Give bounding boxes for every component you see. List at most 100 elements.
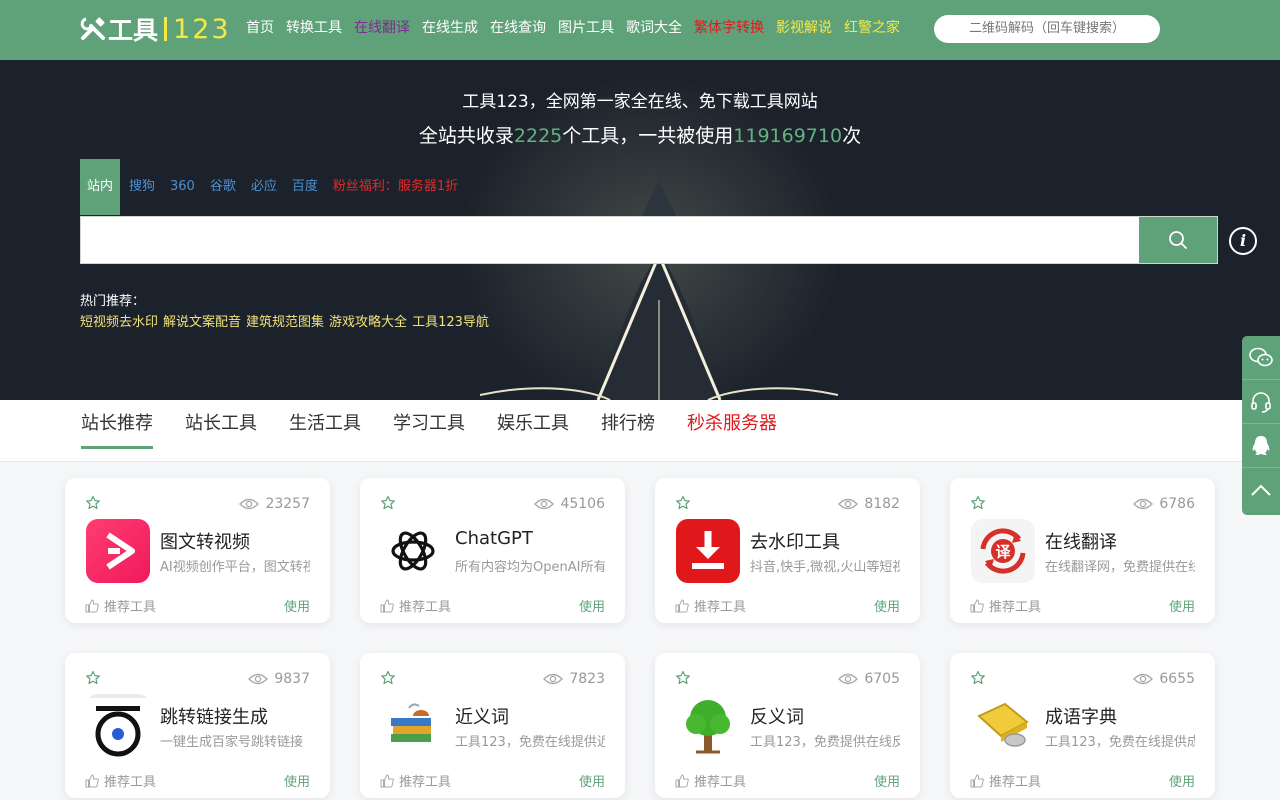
hot-link[interactable]: 解说文案配音 [163,311,241,330]
nav-item[interactable]: 在线翻译 [354,18,410,38]
wechat-button[interactable] [1242,336,1280,380]
thumbs-up-icon [675,773,689,787]
favorite-star-icon[interactable] [380,670,396,686]
promo-tab[interactable]: 粉丝福利：服务器1折 [333,159,458,215]
hot-link[interactable]: 工具123导航 [412,311,489,330]
tool-title[interactable]: ChatGPT [455,528,533,549]
main-search-input[interactable] [80,216,1218,264]
translate-icon: 译 [971,519,1035,583]
tool-card[interactable]: 6655 成语字典工具123，免费在线提供成语推荐工具 使用 [950,653,1215,798]
recommend-label: 推荐工具 [104,775,157,790]
tool-card[interactable]: 6786 译 在线翻译在线翻译网，免费提供在线翻译推荐工具 使用 [950,478,1215,623]
tool-card[interactable]: 45106 ChatGPT 所有内容均为OpenAI所有推荐工具 使用 [360,478,625,623]
tool-description: 所有内容均为OpenAI所有 [455,560,605,575]
tool-title[interactable]: 成语字典 [1045,703,1117,729]
wechat-icon [1249,347,1273,366]
search-tab[interactable]: 谷歌 [210,159,236,215]
view-count: 8182 [838,496,900,512]
use-button[interactable]: 使用 [284,596,310,615]
search-button[interactable] [1139,217,1217,263]
favorite-star-icon[interactable] [675,495,691,511]
nav-item[interactable]: 繁体字转换 [694,18,764,38]
tool-title[interactable]: 跳转链接生成 [160,703,268,729]
info-icon[interactable]: i [1229,227,1257,255]
favorite-star-icon[interactable] [85,495,101,511]
view-count-value: 8182 [864,496,900,512]
favorite-star-icon[interactable] [85,670,101,686]
nav-item[interactable]: 歌词大全 [626,18,682,38]
recommend-button[interactable]: 推荐工具 [675,596,746,615]
recommend-button[interactable]: 推荐工具 [675,771,746,790]
category-tab[interactable]: 站长推荐 [81,413,153,449]
use-button[interactable]: 使用 [1169,771,1195,790]
use-button[interactable]: 使用 [1169,596,1195,615]
tool-card[interactable]: 23257 图文转视频 AI视频创作平台，图文转视频推荐工具 使用 [65,478,330,623]
favorite-star-icon[interactable] [970,495,986,511]
hot-link[interactable]: 建筑规范图集 [246,311,324,330]
category-tab[interactable]: 生活工具 [289,413,361,449]
nav-item[interactable]: 在线生成 [422,18,478,38]
tool-description: 工具123，免费在线提供近义词 [455,735,605,750]
use-button[interactable]: 使用 [579,771,605,790]
search-tab[interactable]: 搜狗 [129,159,155,215]
category-tab[interactable]: 站长工具 [185,413,257,449]
hot-link[interactable]: 游戏攻略大全 [329,311,407,330]
tool-title[interactable]: 近义词 [455,703,509,729]
nav-item[interactable]: 影视解说 [776,18,832,38]
recommend-button[interactable]: 推荐工具 [380,596,451,615]
search-tab[interactable]: 360 [170,159,195,215]
thumbs-up-icon [970,773,984,787]
view-count: 23257 [239,496,310,512]
site-logo[interactable]: 工具 123 [80,12,231,46]
use-button[interactable]: 使用 [874,771,900,790]
category-tab[interactable]: 娱乐工具 [497,413,569,449]
headset-icon [1251,391,1271,413]
favorite-star-icon[interactable] [970,670,986,686]
category-tab[interactable]: 学习工具 [393,413,465,449]
search-icon [1169,231,1187,249]
recommend-button[interactable]: 推荐工具 [970,596,1041,615]
tool-card[interactable]: 6705 反义词工具123，免费提供在线反义词推荐工具 使用 [655,653,920,798]
search-tab[interactable]: 必应 [251,159,277,215]
video-app-icon [86,519,150,583]
nav-item[interactable]: 红警之家 [844,18,900,38]
favorite-star-icon[interactable] [380,495,396,511]
hot-link[interactable]: 短视频去水印 [80,311,158,330]
search-tab[interactable]: 站内 [80,159,120,215]
customer-service-button[interactable] [1242,380,1280,424]
recommend-button[interactable]: 推荐工具 [970,771,1041,790]
nav-item[interactable]: 首页 [246,18,274,38]
nav-item[interactable]: 图片工具 [558,18,614,38]
recommend-button[interactable]: 推荐工具 [380,771,451,790]
qq-button[interactable] [1242,424,1280,468]
use-button[interactable]: 使用 [874,596,900,615]
header-search-input[interactable]: 二维码解码（回车键搜索） [934,15,1160,43]
favorite-star-icon[interactable] [675,670,691,686]
top-header: 工具 123 首页 转换工具 在线翻译 在线生成 在线查询 图片工具 歌词大全 繁体字转换 影视… [0,0,1280,60]
recommend-button[interactable]: 推荐工具 [85,771,156,790]
search-tab[interactable]: 百度 [292,159,318,215]
tools-icon [80,17,105,40]
eye-icon [248,673,269,685]
view-count: 45106 [534,496,605,512]
recommend-label: 推荐工具 [694,600,747,615]
view-count-value: 23257 [265,496,310,512]
tool-title[interactable]: 去水印工具 [750,528,840,554]
use-button[interactable]: 使用 [579,596,605,615]
category-tab[interactable]: 秒杀服务器 [687,413,777,449]
stats-suffix: 次 [842,125,862,147]
back-to-top-button[interactable] [1242,468,1280,512]
view-count: 9837 [248,671,310,687]
nav-item[interactable]: 转换工具 [286,18,342,38]
tool-title[interactable]: 反义词 [750,703,804,729]
qq-icon [1252,435,1270,455]
category-tab[interactable]: 排行榜 [601,413,655,449]
use-button[interactable]: 使用 [284,771,310,790]
tool-title[interactable]: 图文转视频 [160,528,250,554]
tool-title[interactable]: 在线翻译 [1045,528,1117,554]
recommend-button[interactable]: 推荐工具 [85,596,156,615]
nav-item[interactable]: 在线查询 [490,18,546,38]
tool-card[interactable]: 9837 跳转链接生成 一键生成百家号跳转链接 推荐工具 使用 [65,653,330,798]
tool-card[interactable]: 8182 去水印工具抖音,快手,微视,火山等短视频推荐工具 使用 [655,478,920,623]
tool-card[interactable]: 7823 近义词工具123，免费在线提供近义词推荐工具 使用 [360,653,625,798]
